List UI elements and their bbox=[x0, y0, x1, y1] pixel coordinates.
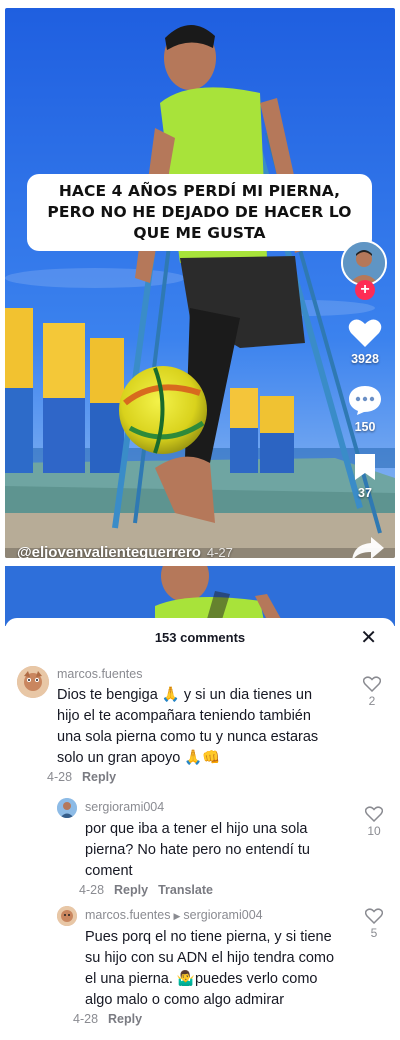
comments-title: 153 comments bbox=[154, 630, 246, 645]
comment-username[interactable]: sergiorami004 bbox=[85, 800, 164, 814]
comments-screen: 153 comments ✕ marcos.fuentes Dios te be… bbox=[5, 566, 395, 1036]
comment-date: 4-28 bbox=[73, 1012, 99, 1026]
shares-count: 37 bbox=[358, 486, 372, 500]
reply-button[interactable]: Reply bbox=[108, 1012, 142, 1026]
reply-button[interactable]: Reply bbox=[114, 883, 148, 897]
avatar[interactable] bbox=[57, 798, 77, 818]
comment-username[interactable]: marcos.fuentes bbox=[85, 908, 170, 922]
reply-to-username[interactable]: sergiorami004 bbox=[183, 908, 262, 922]
comment-reply-header: marcos.fuentes ▶ sergiorami004 bbox=[85, 908, 263, 922]
author-handle-text[interactable]: @eljovenvalienteguerrero bbox=[17, 544, 201, 558]
close-icon[interactable]: ✕ bbox=[360, 628, 377, 648]
comment-username[interactable]: marcos.fuentes bbox=[57, 667, 142, 681]
comments-sheet: 153 comments ✕ marcos.fuentes Dios te be… bbox=[5, 618, 395, 1036]
comment-like-count: 10 bbox=[367, 824, 381, 838]
overlay-caption: HACE 4 AÑOS PERDÍ MI PIERNA, PERO NO HE … bbox=[27, 174, 372, 251]
comment-text: Pues porq el no tiene pierna, y si tiene… bbox=[85, 929, 335, 1008]
reply-arrow-icon: ▶ bbox=[173, 911, 181, 921]
bookmark-icon bbox=[355, 454, 375, 480]
reply-button[interactable]: Reply bbox=[82, 770, 116, 784]
comment-like-button[interactable]: 2 bbox=[361, 676, 383, 708]
bookmark-button[interactable]: 37 bbox=[352, 452, 378, 500]
comment-date: 4-28 bbox=[47, 770, 73, 784]
comments-count: 150 bbox=[354, 420, 376, 434]
avatar[interactable] bbox=[57, 906, 77, 926]
comment-like-button[interactable]: 10 bbox=[363, 806, 385, 838]
video-player[interactable]: HACE 4 AÑOS PERDÍ MI PIERNA, PERO NO HE … bbox=[5, 8, 395, 558]
comments-button[interactable]: 150 bbox=[348, 384, 382, 434]
comment-date: 4-28 bbox=[79, 883, 105, 897]
post-date: 4-27 bbox=[206, 545, 233, 558]
translate-button[interactable]: Translate bbox=[158, 883, 213, 897]
comment-meta: 4-28 Reply bbox=[73, 1012, 152, 1026]
share-icon[interactable] bbox=[351, 536, 385, 558]
follow-plus-icon[interactable]: + bbox=[355, 280, 375, 300]
heart-outline-icon bbox=[365, 806, 383, 822]
comment-like-button[interactable]: 5 bbox=[363, 908, 385, 940]
video-frame-image bbox=[5, 8, 395, 558]
heart-icon bbox=[348, 319, 382, 347]
like-button[interactable]: 3928 bbox=[348, 318, 382, 366]
comment-like-count: 2 bbox=[368, 694, 376, 708]
comment-icon bbox=[349, 386, 381, 415]
heart-outline-icon bbox=[363, 676, 381, 692]
action-rail: + 3928 150 37 bbox=[339, 240, 391, 500]
likes-count: 3928 bbox=[351, 352, 379, 366]
comment-meta: 4-28 Reply Translate bbox=[79, 883, 223, 897]
comment-text: Dios te bengiga 🙏 y si un dia tienes un … bbox=[57, 687, 319, 766]
heart-outline-icon bbox=[365, 908, 383, 924]
comment-like-count: 5 bbox=[370, 926, 378, 940]
author-avatar-button[interactable]: + bbox=[341, 240, 389, 300]
video-background-strip bbox=[5, 566, 395, 626]
avatar[interactable] bbox=[17, 666, 49, 698]
author-handle[interactable]: @eljovenvalienteguerrero 4-27 bbox=[17, 544, 233, 558]
comment-meta: 4-28 Reply bbox=[47, 770, 126, 784]
comment-text: por que iba a tener el hijo una sola pie… bbox=[85, 821, 310, 879]
